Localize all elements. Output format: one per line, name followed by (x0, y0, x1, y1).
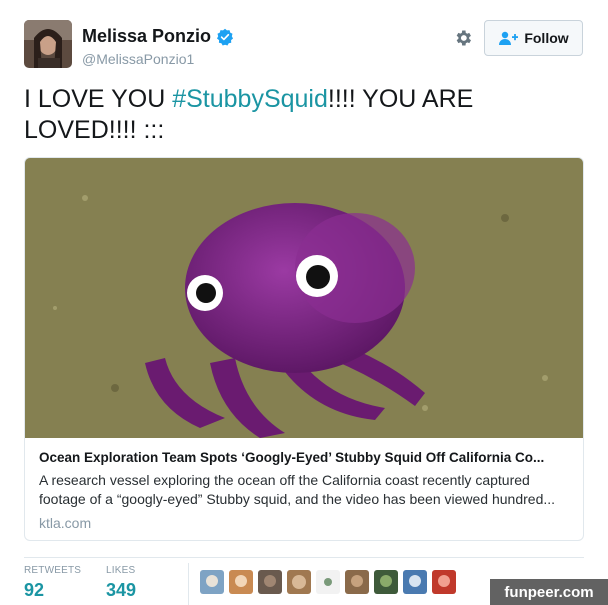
liker-avatar[interactable] (287, 570, 311, 594)
follow-label: Follow (524, 30, 569, 46)
retweets-count: 92 (24, 580, 45, 600)
verified-badge-icon (217, 28, 234, 46)
user-handle[interactable]: @MelissaPonzio1 (82, 51, 234, 67)
card-domain: ktla.com (39, 515, 92, 531)
stats-divider (24, 557, 584, 558)
display-name[interactable]: Melissa Ponzio (82, 26, 211, 47)
hashtag-link[interactable]: #StubbySquid (172, 85, 328, 113)
follow-button[interactable]: Follow (484, 20, 583, 56)
watermark: funpeer.com (490, 579, 608, 605)
liker-avatar[interactable] (403, 570, 427, 594)
liker-avatar[interactable] (374, 570, 398, 594)
likes-label: LIKES (106, 565, 136, 576)
likers-avatars (200, 570, 461, 594)
link-card[interactable]: Ocean Exploration Team Spots ‘Googly-Eye… (24, 157, 584, 541)
card-body: Ocean Exploration Team Spots ‘Googly-Eye… (39, 450, 571, 531)
tweet-text-start: I LOVE YOU (24, 85, 173, 113)
tweet-text: I LOVE YOU #StubbySquid!!!! YOU ARE LOVE… (24, 84, 584, 146)
likes-count: 349 (106, 580, 137, 600)
liker-avatar[interactable] (432, 570, 456, 594)
liker-avatar[interactable] (258, 570, 282, 594)
liker-avatar[interactable] (229, 570, 253, 594)
retweets-stat[interactable]: RETWEETS 92 (24, 565, 81, 601)
retweets-label: RETWEETS (24, 565, 82, 576)
avatar[interactable] (24, 20, 72, 68)
liker-avatar[interactable] (200, 570, 224, 594)
card-title[interactable]: Ocean Exploration Team Spots ‘Googly-Eye… (39, 450, 571, 465)
card-description: A research vessel exploring the ocean of… (39, 472, 556, 507)
likes-stat[interactable]: LIKES 349 (106, 565, 136, 601)
stats-vertical-divider (188, 563, 189, 605)
tweet-header: Melissa Ponzio @MelissaPonzio1 Follow (24, 20, 584, 68)
user-name-block[interactable]: Melissa Ponzio @MelissaPonzio1 (82, 26, 234, 67)
gear-icon[interactable] (453, 28, 473, 48)
card-image[interactable] (25, 158, 583, 438)
liker-avatar[interactable] (345, 570, 369, 594)
follow-person-plus-icon (499, 31, 519, 45)
liker-avatar[interactable] (316, 570, 340, 594)
